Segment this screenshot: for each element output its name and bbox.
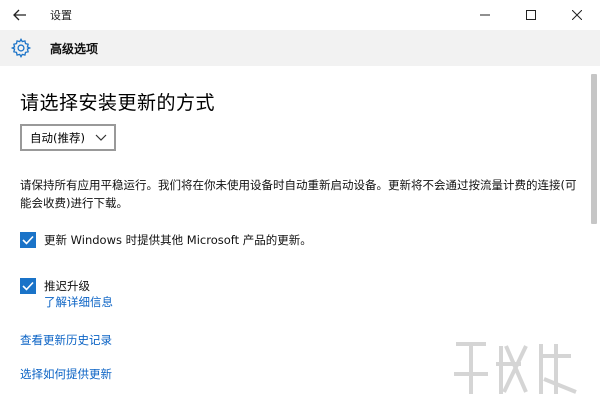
checkmark-icon [22, 281, 34, 291]
description-text: 请保持所有应用平稳运行。我们将在你未使用设备时自动重新启动设备。更新将不会通过按… [20, 178, 577, 210]
update-history-link[interactable]: 查看更新历史记录 [20, 332, 112, 348]
page-title: 高级选项 [50, 42, 99, 56]
option-defer-upgrades: 推迟升级 [20, 278, 90, 294]
choose-delivery-link[interactable]: 选择如何提供更新 [20, 366, 112, 382]
back-button[interactable] [8, 4, 32, 26]
page-header: 高级选项 [0, 30, 600, 66]
maximize-icon [526, 10, 536, 20]
minimize-button[interactable] [462, 0, 508, 30]
defer-upgrades-label: 推迟升级 [44, 279, 90, 293]
window-controls [462, 0, 600, 30]
back-arrow-icon [13, 9, 26, 21]
install-mode-selected: 自动(推荐) [30, 130, 85, 145]
learn-more-link[interactable]: 了解详细信息 [44, 294, 113, 310]
checkmark-icon [22, 235, 34, 245]
maximize-button[interactable] [508, 0, 554, 30]
scrollbar-thumb[interactable] [591, 74, 597, 224]
other-products-label: 更新 Windows 时提供其他 Microsoft 产品的更新。 [44, 233, 312, 247]
minimize-icon [480, 14, 490, 16]
option-other-products: 更新 Windows 时提供其他 Microsoft 产品的更新。 [20, 232, 312, 248]
title-bar: 设置 [0, 0, 600, 30]
chevron-down-icon [95, 134, 107, 141]
install-mode-dropdown[interactable]: 自动(推荐) [20, 124, 116, 151]
close-icon [572, 10, 582, 20]
close-button[interactable] [554, 0, 600, 30]
defer-upgrades-checkbox[interactable] [20, 278, 36, 294]
other-products-checkbox[interactable] [20, 232, 36, 248]
window-title: 设置 [50, 9, 72, 22]
watermark-logo [454, 342, 577, 394]
gear-icon [10, 37, 32, 59]
section-heading: 请选择安装更新的方式 [20, 92, 216, 114]
